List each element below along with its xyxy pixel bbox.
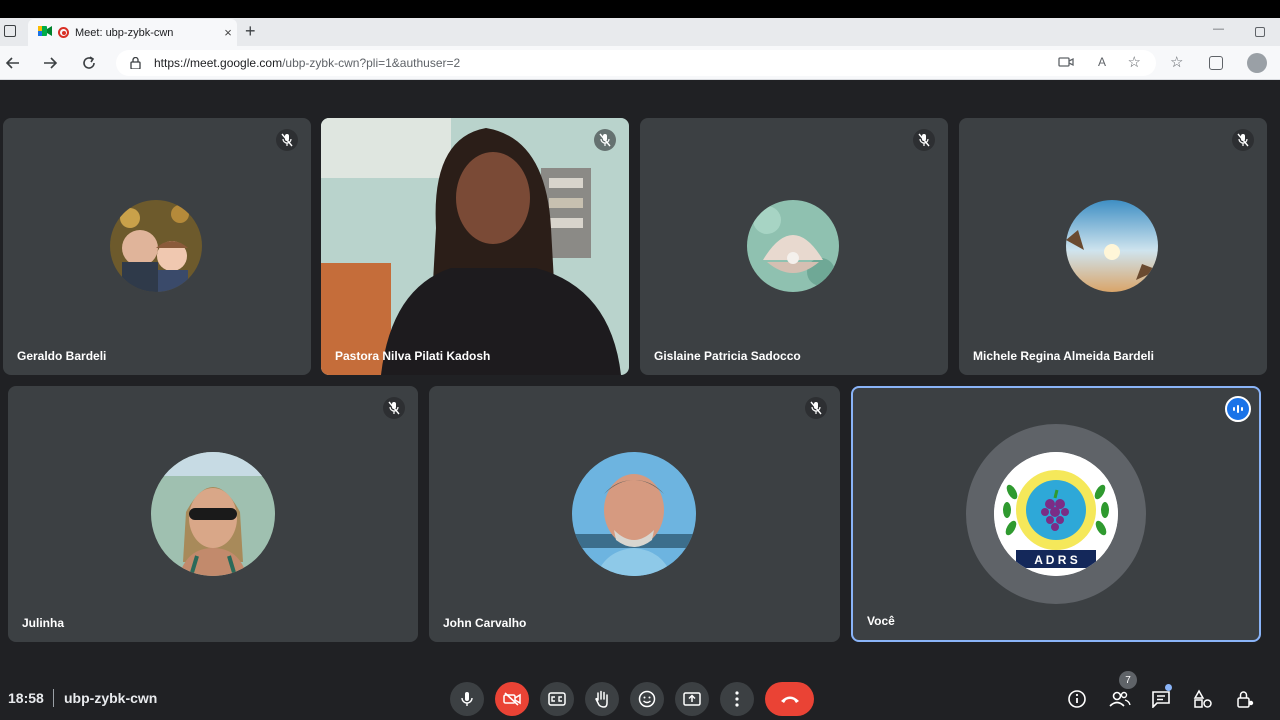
tab-close-button[interactable]: × [219,25,237,40]
people-icon [1109,691,1131,707]
participant-name: Pastora Nilva Pilati Kadosh [335,349,491,363]
raise-hand-button[interactable] [585,682,619,716]
chat-icon [1152,691,1170,708]
logo-text: A D R S [1034,553,1078,567]
mic-off-icon [276,129,298,151]
chat-notification-dot [1165,684,1172,691]
participant-tile[interactable]: Geraldo Bardeli [3,118,311,375]
recording-icon [58,27,69,38]
self-tile[interactable]: A D R S Você [851,386,1261,642]
participant-avatar [151,452,275,576]
tab-title: Meet: ubp-zybk-cwn [75,26,174,39]
captions-button[interactable] [540,682,574,716]
participant-avatar [110,200,202,292]
mic-off-icon [1232,129,1254,151]
emoji-icon [638,690,656,708]
restore-button[interactable] [1255,27,1265,37]
profile-avatar[interactable] [1247,53,1267,73]
mic-off-icon [594,129,616,151]
meeting-stage: Geraldo Bardeli Pastora Nilva Pilati Kad… [0,80,1280,720]
participant-tile[interactable]: Pastora Nilva Pilati Kadosh [321,118,629,375]
participant-avatar [572,452,696,576]
host-controls-button[interactable] [1232,686,1258,712]
back-button[interactable] [2,52,24,74]
reload-button[interactable] [78,52,100,74]
activities-button[interactable] [1190,686,1216,712]
address-bar[interactable]: https://meet.google.com/ubp-zybk-cwn?pli… [116,50,1156,76]
collections-icon[interactable] [1209,56,1223,70]
mic-off-icon [383,397,405,419]
meeting-code: ubp-zybk-cwn [64,690,158,706]
divider [53,689,54,707]
participant-tile[interactable]: Michele Regina Almeida Bardeli [959,118,1267,375]
forward-button[interactable] [39,52,61,74]
people-count-badge: 7 [1119,671,1137,689]
participant-name: Julinha [22,616,65,630]
tab-strip: Meet: ubp-zybk-cwn × + — [0,18,1280,46]
reload-icon [83,56,95,69]
speaking-indicator-icon [1225,396,1251,422]
participant-name: Gislaine Patricia Sadocco [654,349,801,363]
captions-icon [548,692,566,706]
participant-name: Você [867,614,895,628]
camera-off-button[interactable] [495,682,529,716]
self-avatar-logo: A D R S [994,452,1118,576]
microphone-icon [461,692,473,706]
url-path: /ubp-zybk-cwn?pli=1&authuser=2 [282,56,461,70]
url-host: https://meet.google.com [154,56,283,70]
microphone-button[interactable] [450,682,484,716]
present-icon [683,692,701,706]
screen-top-bar [0,0,1280,18]
browser-tab[interactable]: Meet: ubp-zybk-cwn × [28,19,237,46]
forward-arrow-icon [44,57,58,69]
people-button[interactable] [1107,686,1133,712]
hand-icon [595,690,608,708]
camera-off-icon [503,692,521,706]
leave-call-button[interactable] [765,682,814,716]
favorites-icon[interactable]: ☆ [1170,53,1183,71]
mic-off-icon [913,129,935,151]
meet-favicon-icon [38,25,52,40]
minimize-button[interactable]: — [1213,23,1224,35]
read-aloud-icon[interactable]: A [1098,55,1106,69]
activities-icon [1193,689,1212,708]
participant-tile[interactable]: John Carvalho [429,386,840,642]
hang-up-icon [780,696,799,703]
participant-avatar [1066,200,1158,292]
back-arrow-icon [5,57,19,69]
lock-icon [130,56,141,72]
participant-video [321,118,629,375]
participant-name: John Carvalho [443,616,527,630]
participant-avatar [747,200,839,292]
participant-name: Geraldo Bardeli [17,349,107,363]
present-screen-button[interactable] [675,682,709,716]
lock-person-icon [1237,691,1254,708]
info-icon [1068,690,1086,708]
favorite-star-icon[interactable]: ☆ [1128,53,1141,71]
camera-permission-icon[interactable] [1058,56,1074,71]
new-tab-button[interactable]: + [245,21,256,42]
more-options-button[interactable] [720,682,754,716]
participant-tile[interactable]: Julinha [8,386,418,642]
more-vert-icon [735,691,739,707]
meeting-controls-bar: 18:58 ubp-zybk-cwn [0,676,1280,720]
tab-list-icon[interactable] [4,25,16,37]
participant-name: Michele Regina Almeida Bardeli [973,349,1154,363]
clock: 18:58 [8,690,44,706]
meeting-details-button[interactable] [1064,686,1090,712]
navigation-bar: https://meet.google.com/ubp-zybk-cwn?pli… [0,46,1280,80]
participant-tile[interactable]: Gislaine Patricia Sadocco [640,118,948,375]
emoji-reaction-button[interactable] [630,682,664,716]
mic-off-icon [805,397,827,419]
